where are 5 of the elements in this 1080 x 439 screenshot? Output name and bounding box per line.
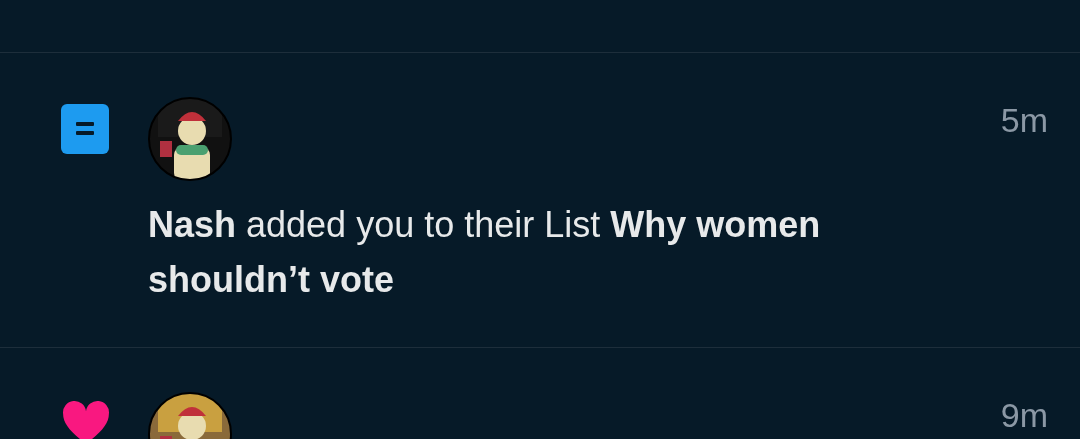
list-icon	[61, 104, 109, 154]
timestamp: 5m	[1000, 101, 1048, 140]
notification-text: Nash added you to their List Why women shouldn’t vote	[148, 203, 822, 302]
heart-icon	[61, 399, 111, 439]
timestamp: 9m	[1000, 396, 1048, 435]
